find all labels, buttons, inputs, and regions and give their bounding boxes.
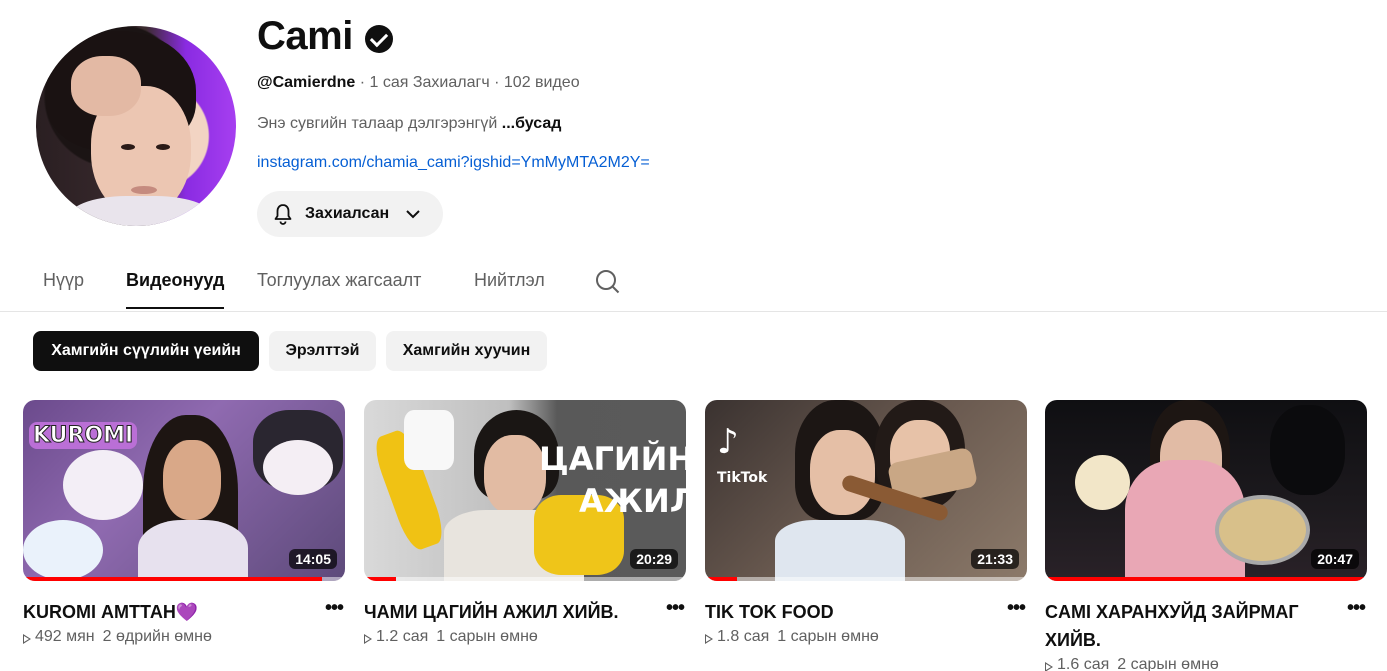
subscribed-label: Захиалсан bbox=[305, 205, 390, 222]
video-card[interactable]: KUROMI 14:05 KUROMI АМТТАН💜 ••• 492 мян … bbox=[23, 400, 345, 645]
thumbnail-text: TikTok bbox=[717, 470, 768, 486]
channel-description[interactable]: Энэ сувгийн талаар дэлгэрэнгүй ...бусад bbox=[257, 115, 561, 133]
watch-progress bbox=[1045, 577, 1367, 581]
video-duration: 20:29 bbox=[630, 549, 678, 569]
views: 492 мян bbox=[23, 628, 95, 646]
watch-progress bbox=[705, 577, 738, 581]
channel-meta: @Camierdne · 1 сая Захиалагч · 102 видео bbox=[257, 74, 580, 92]
play-icon bbox=[23, 634, 31, 644]
video-title[interactable]: TIK TOK FOOD bbox=[705, 598, 995, 626]
channel-name: Cami bbox=[257, 14, 393, 59]
views: 1.2 сая bbox=[364, 628, 428, 646]
video-card[interactable]: ЦАГИЙН АЖИЛ 20:29 ЧАМИ ЦАГИЙН АЖИЛ ХИЙВ.… bbox=[364, 400, 686, 645]
views: 1.8 сая bbox=[705, 628, 769, 646]
upload-age: 1 сарын өмнө bbox=[436, 628, 538, 645]
tab-home[interactable]: Нүүр bbox=[43, 270, 84, 291]
chevron-down-icon bbox=[406, 210, 420, 219]
upload-age: 2 өдрийн өмнө bbox=[102, 628, 212, 645]
video-card[interactable]: 20:47 CAMI ХАРАНХУЙД ЗАЙРМАГ ХИЙВ. ••• 1… bbox=[1045, 400, 1367, 671]
upload-age: 1 сарын өмнө bbox=[777, 628, 879, 645]
more-options-icon[interactable]: ••• bbox=[1005, 598, 1027, 622]
tab-community[interactable]: Нийтлэл bbox=[474, 270, 545, 291]
video-title[interactable]: CAMI ХАРАНХУЙД ЗАЙРМАГ ХИЙВ. bbox=[1045, 598, 1335, 654]
channel-stats: · 1 сая Захиалагч · 102 видео bbox=[355, 74, 580, 91]
tab-videos[interactable]: Видеонууд bbox=[126, 270, 225, 309]
verified-badge-icon bbox=[364, 24, 393, 53]
views: 1.6 сая bbox=[1045, 656, 1109, 671]
channel-tabs: Нүүр Видеонууд Тоглуулах жагсаалт Нийтлэ… bbox=[0, 254, 1387, 312]
video-duration: 14:05 bbox=[289, 549, 337, 569]
more-options-icon[interactable]: ••• bbox=[1345, 598, 1367, 622]
video-card[interactable]: ♪ TikTok 21:33 TIK TOK FOOD ••• 1.8 сая … bbox=[705, 400, 1027, 645]
video-duration: 21:33 bbox=[971, 549, 1019, 569]
chip-oldest[interactable]: Хамгийн хуучин bbox=[386, 331, 547, 371]
video-meta: 492 мян 2 өдрийн өмнө bbox=[23, 628, 212, 646]
upload-age: 2 сарын өмнө bbox=[1117, 656, 1219, 671]
thumbnail-text-2: АЖИЛ bbox=[579, 482, 686, 520]
channel-link[interactable]: instagram.com/chamia_cami?igshid=YmMyMTA… bbox=[257, 154, 650, 172]
channel-avatar bbox=[36, 26, 236, 226]
play-icon bbox=[364, 634, 372, 644]
chip-latest[interactable]: Хамгийн сүүлийн үеийн bbox=[33, 331, 259, 371]
thumbnail-text: KUROMI bbox=[29, 422, 138, 449]
video-meta: 1.8 сая 1 сарын өмнө bbox=[705, 628, 879, 646]
more-link[interactable]: ...бусад bbox=[502, 115, 562, 132]
video-title[interactable]: ЧАМИ ЦАГИЙН АЖИЛ ХИЙВ. bbox=[364, 598, 654, 626]
play-icon bbox=[705, 634, 713, 644]
watch-progress bbox=[23, 577, 323, 581]
video-thumbnail[interactable]: KUROMI 14:05 bbox=[23, 400, 345, 581]
channel-handle: @Camierdne bbox=[257, 74, 356, 91]
more-options-icon[interactable]: ••• bbox=[323, 598, 345, 622]
video-meta: 1.6 сая 2 сарын өмнө bbox=[1045, 656, 1219, 671]
chip-popular[interactable]: Эрэлттэй bbox=[269, 331, 376, 371]
video-title[interactable]: KUROMI АМТТАН💜 bbox=[23, 598, 313, 626]
watch-progress bbox=[364, 577, 397, 581]
thumbnail-text-1: ЦАГИЙН bbox=[539, 440, 686, 478]
play-icon bbox=[1045, 662, 1053, 671]
description-text: Энэ сувгийн талаар дэлгэрэнгүй bbox=[257, 115, 502, 132]
subscribed-button[interactable]: Захиалсан bbox=[257, 191, 443, 237]
video-duration: 20:47 bbox=[1311, 549, 1359, 569]
video-meta: 1.2 сая 1 сарын өмнө bbox=[364, 628, 538, 646]
video-thumbnail[interactable]: 20:47 bbox=[1045, 400, 1367, 581]
video-thumbnail[interactable]: ♪ TikTok 21:33 bbox=[705, 400, 1027, 581]
more-options-icon[interactable]: ••• bbox=[664, 598, 686, 622]
search-icon[interactable] bbox=[594, 268, 622, 296]
bell-icon bbox=[274, 204, 292, 225]
tiktok-logo-icon: ♪ bbox=[717, 422, 739, 462]
video-thumbnail[interactable]: ЦАГИЙН АЖИЛ 20:29 bbox=[364, 400, 686, 581]
channel-name-text: Cami bbox=[257, 14, 353, 58]
tab-playlists[interactable]: Тоглуулах жагсаалт bbox=[257, 270, 421, 291]
